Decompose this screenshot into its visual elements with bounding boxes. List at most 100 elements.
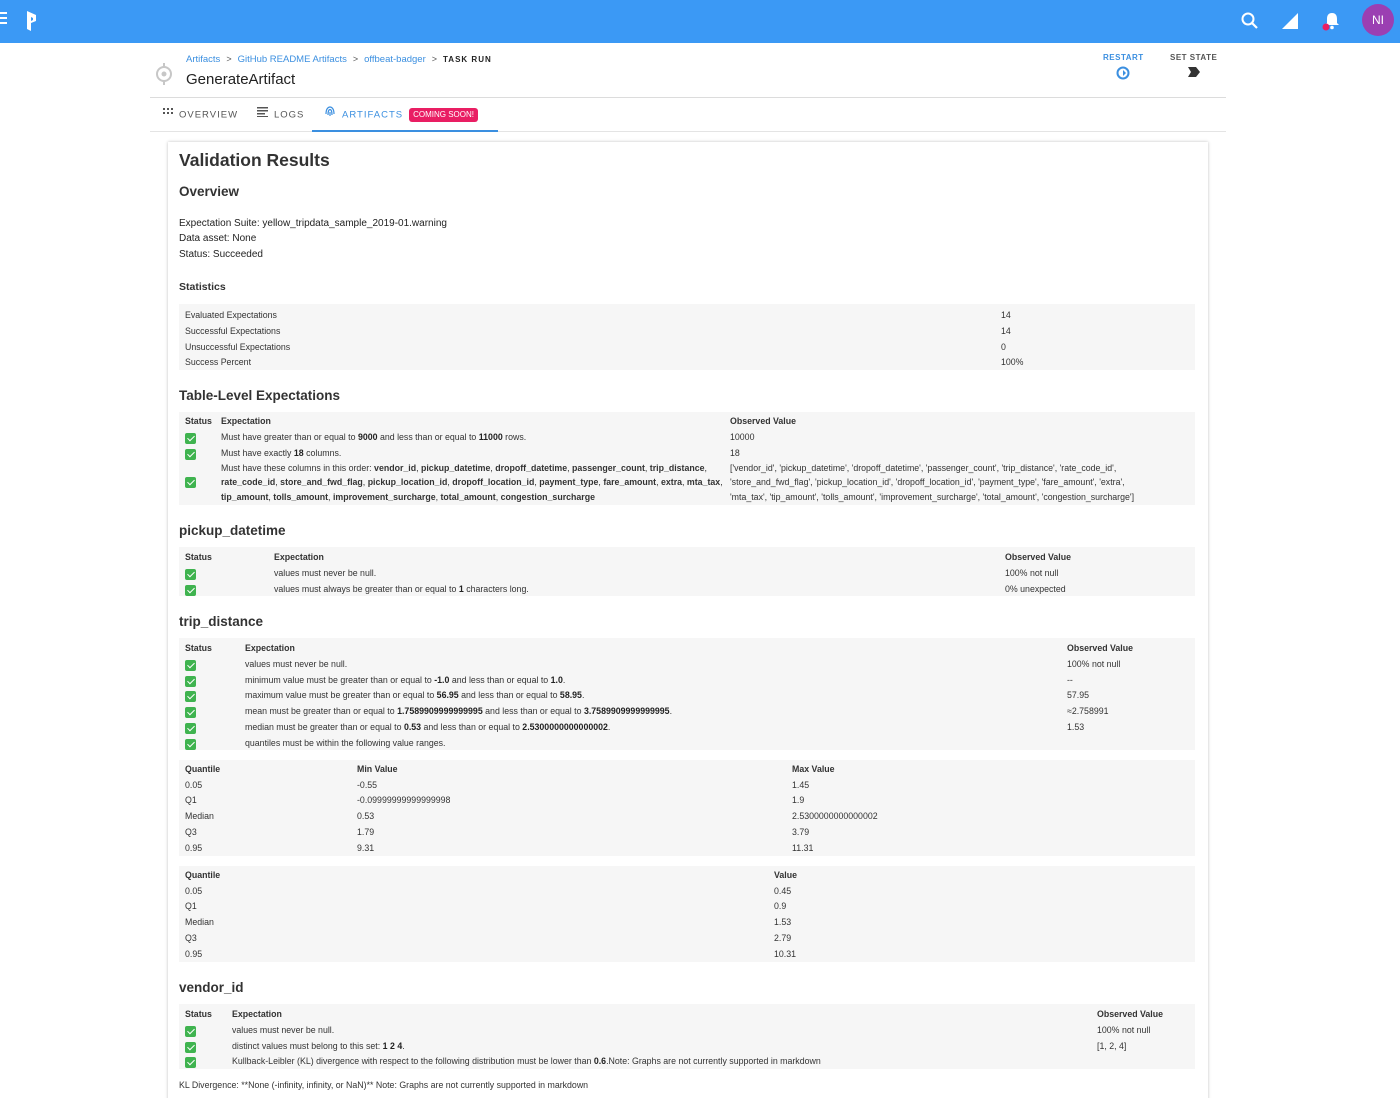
quantile-cell: 0.53 [357, 811, 375, 822]
search-icon[interactable] [1240, 11, 1260, 31]
quantile-cell: Q3 [185, 932, 197, 943]
expectation-cell: maximum value must be greater than or eq… [245, 690, 585, 701]
task-run-icon [153, 63, 175, 85]
list-icon [257, 98, 268, 132]
expectation-cell: Must have exactly 18 columns. [221, 447, 342, 458]
breadcrumb-current: TASK RUN [443, 55, 492, 64]
success-check-icon [185, 738, 196, 750]
restart-button[interactable]: RESTART [1103, 53, 1144, 83]
expectation-cell: median must be greater than or equal to … [245, 722, 611, 732]
quantile-cell: 2.5300000000000002 [792, 811, 878, 822]
menu-icon[interactable] [0, 12, 10, 30]
signal-icon[interactable] [1280, 11, 1300, 31]
quantile-cell: -0.55 [357, 779, 378, 790]
success-check-icon [185, 584, 196, 596]
prefect-logo-icon[interactable] [24, 10, 38, 32]
table-level-heading: Table-Level Expectations [179, 388, 341, 403]
tab-bar: OVERVIEW LOGS ARTIFACTS COMING SOON! [150, 98, 1226, 132]
report-title: Validation Results [179, 150, 330, 170]
top-app-bar: NI [0, 0, 1400, 43]
tab-logs-label: LOGS [274, 109, 305, 121]
table-header-cell: Max Value [792, 764, 835, 774]
observed-value-cell: 10000 [730, 431, 755, 442]
table-header-cell: Expectation [274, 552, 324, 562]
vendor-id-table: Status Expectation Observed Value values mu… [179, 1004, 1195, 1069]
table-header-cell: Status [185, 1009, 212, 1019]
quantile-cell: Q3 [185, 826, 197, 837]
success-check-icon [185, 691, 196, 703]
statistic-value: 0 [1001, 341, 1006, 352]
tab-overview[interactable]: OVERVIEW [163, 98, 238, 132]
breadcrumb-link-run[interactable]: offbeat-badger [364, 54, 426, 65]
success-check-icon [185, 432, 196, 444]
coming-soon-badge: COMING SOON! [409, 108, 478, 122]
success-check-icon [185, 1025, 196, 1037]
chevron-right-icon: > [431, 54, 438, 64]
quantile-cell: 1.53 [774, 917, 792, 928]
page-title: GenerateArtifact [186, 71, 296, 88]
chevron-right-icon: > [352, 54, 359, 64]
table-header-cell: Value [774, 870, 797, 880]
observed-value-cell: ['vendor_id', 'pickup_datetime', 'dropof… [730, 463, 1135, 502]
statistic-value: 14 [1001, 325, 1011, 336]
bell-icon[interactable] [1322, 11, 1342, 31]
statistic-label: Successful Expectations [185, 325, 281, 336]
success-check-icon [185, 477, 196, 488]
breadcrumb-link-flow[interactable]: GitHub README Artifacts [238, 54, 347, 65]
quantile-cell: -0.09999999999999998 [357, 795, 451, 806]
expectation-cell: values must never be null. [274, 567, 377, 578]
table-header-cell: Observed Value [1005, 552, 1072, 562]
statistics-heading: Statistics [179, 281, 226, 293]
success-check-icon [185, 707, 196, 719]
table-header-cell: Status [185, 643, 212, 653]
tab-artifacts[interactable]: ARTIFACTS COMING SOON! [312, 98, 498, 132]
quantile-cell: 0.05 [185, 885, 203, 896]
table-level-table: Status Expectation Observed Value Must have… [179, 412, 1195, 505]
table-header-cell: Expectation [232, 1009, 282, 1019]
tab-artifacts-label: ARTIFACTS [342, 109, 404, 121]
trip-distance-heading: trip_distance [179, 614, 264, 629]
pickup-datetime-heading: pickup_datetime [179, 523, 286, 538]
restart-label: RESTART [1103, 53, 1144, 62]
tab-logs[interactable]: LOGS [257, 98, 304, 132]
table-header-cell: Min Value [357, 764, 398, 774]
statistic-label: Unsuccessful Expectations [185, 341, 291, 352]
success-check-icon [185, 723, 196, 734]
data-asset-line: Data asset: None [179, 233, 257, 244]
success-check-icon [185, 568, 196, 580]
observed-value-cell: ≈2.758991 [1067, 706, 1109, 717]
expectation-cell: Must have greater than or equal to 9000 … [221, 431, 527, 442]
table-header-cell: Expectation [221, 416, 271, 426]
quantile-values-table: Quantile Value 0.05 0.45 Q1 0.9 Median 1.53 Q3 2.… [179, 866, 1195, 962]
tab-overview-label: OVERVIEW [179, 109, 239, 121]
quantile-cell: 0.95 [185, 948, 203, 959]
quantile-cell: 9.31 [357, 842, 375, 853]
set-state-label: SET STATE [1170, 53, 1218, 62]
expectation-cell: Must have these columns in this order: v… [221, 463, 723, 502]
table-header-cell: Observed Value [1067, 643, 1134, 653]
task-run-header: Artifacts > GitHub README Artifacts > offbea… [150, 43, 1226, 98]
avatar[interactable]: NI [1362, 4, 1394, 36]
table-header-cell: Status [185, 416, 212, 426]
table-header-cell: Status [185, 552, 212, 562]
kl-divergence-note: KL Divergence: **None (-infinity, infini… [179, 1080, 589, 1090]
fingerprint-icon [324, 98, 336, 132]
table-header-cell: Quantile [185, 764, 221, 774]
breadcrumb: Artifacts > GitHub README Artifacts > offbea… [186, 54, 492, 65]
expectation-cell: values must never be null. [245, 658, 348, 669]
quantile-cell: Q1 [185, 901, 197, 912]
success-check-icon [185, 659, 196, 671]
success-check-icon [185, 1057, 196, 1069]
quantile-cell: 3.79 [792, 826, 810, 837]
trip-distance-table: Status Expectation Observed Value values mu… [179, 638, 1195, 750]
success-check-icon [185, 675, 196, 687]
quantile-cell: Median [185, 917, 214, 928]
set-state-button[interactable]: SET STATE [1170, 53, 1217, 81]
quantile-cell: 1.79 [357, 826, 375, 837]
expectation-cell: mean must be greater than or equal to 1.… [245, 706, 673, 717]
restart-icon [1116, 66, 1130, 80]
breadcrumb-link-artifacts[interactable]: Artifacts [186, 54, 220, 65]
statistic-label: Success Percent [185, 357, 252, 368]
table-header-cell: Quantile [185, 870, 221, 880]
vendor-id-heading: vendor_id [179, 980, 244, 995]
